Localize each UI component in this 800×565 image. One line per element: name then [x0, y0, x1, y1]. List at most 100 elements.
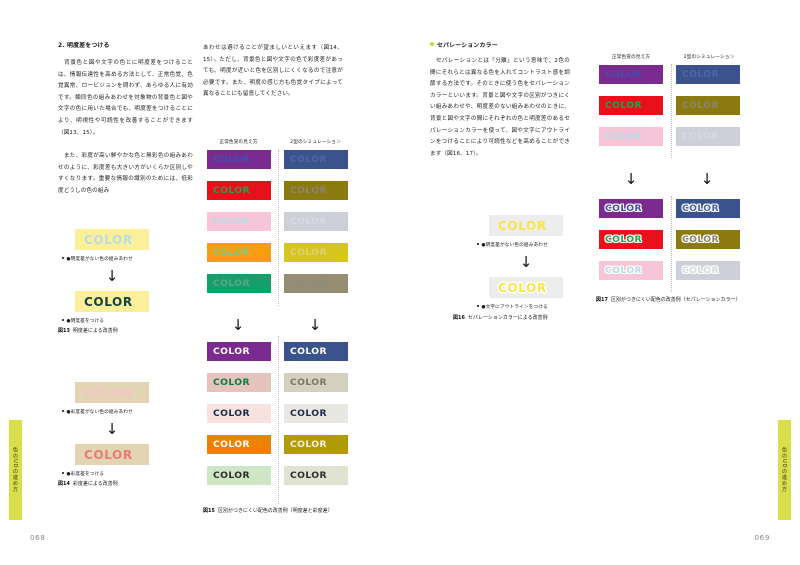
page-number-right: 069 [754, 533, 770, 542]
fig17-before-normal-swatch: COLOR [599, 127, 663, 146]
fig15-before-normal-text: COLOR [213, 247, 250, 258]
fig17-before-sim-text: COLOR [682, 69, 719, 80]
fig13-caption-text: 明度差による改善例 [73, 328, 118, 334]
right-paragraph-1: セパレーションとは「分離」という意味で、2色の間にそれらとは異なる色を入れてコン… [430, 58, 570, 157]
fig15-after-sim-text: COLOR [290, 408, 327, 419]
fig15-after-normal-swatch: COLOR [207, 342, 271, 361]
fig15-after-normal-swatch: COLOR [207, 435, 271, 454]
fig15-before-sim-text: COLOR [290, 247, 327, 258]
fig15-before-normal-swatch: COLOR [207, 243, 271, 262]
fig17-before-sim-swatch: COLOR [676, 96, 740, 115]
fig15-after-sim-text: COLOR [290, 470, 327, 481]
fig15-after-normal-text: COLOR [213, 470, 250, 481]
fig16-down-arrow-icon: ↓ [519, 253, 533, 271]
fig15-after-sim-text: COLOR [290, 346, 327, 357]
fig17-divider-bottom [671, 196, 672, 292]
edge-tab-right: 色のUDの進め方 [778, 420, 791, 520]
fig15-caption-text: 区別がつきにくい配色の改善例（明度差と彩度差） [218, 508, 333, 514]
edge-tab-right-label: 色のUDの進め方 [781, 447, 787, 493]
fig15-before-normal-swatch: COLOR [207, 212, 271, 231]
fig16-before-text: COLOR [498, 218, 547, 233]
book-spread: 色のUDの進め方 色のUDの進め方 068 069 2. 明度差をつける 背景色… [0, 0, 800, 565]
fig13-after-swatch: COLOR [75, 291, 149, 312]
fig16-before-swatch: COLOR [489, 215, 563, 236]
section-bullet-icon [430, 42, 434, 46]
fig14-before-swatch: COLOR [75, 382, 149, 403]
fig16-caption: 図16 セパレーションカラーによる改善例 [453, 315, 603, 322]
fig14-caption: 図14 彩度差による改善例 [58, 481, 198, 488]
left-paragraph-1: 背景色と図や文字の色とに明度差をつけることは、情報伝達性を高める方法として、正常… [58, 60, 193, 136]
fig17-after-sim-swatch: COLOR [676, 230, 740, 249]
fig15-before-normal-swatch: COLOR [207, 181, 271, 200]
fig14-down-arrow-icon: ↓ [105, 420, 119, 438]
fig17-before-normal-text: COLOR [605, 69, 642, 80]
left-section-heading: 2. 明度差をつける [58, 43, 110, 49]
fig17-divider-top [671, 64, 672, 158]
fig15-after-normal-text: COLOR [213, 439, 250, 450]
fig17-before-sim-text: COLOR [682, 131, 719, 142]
fig15-before-normal-text: COLOR [213, 278, 250, 289]
fig15-after-normal-text: COLOR [213, 377, 250, 388]
fig17-down-arrow-sim-icon: ↓ [700, 170, 714, 188]
fig15-after-normal-text: COLOR [213, 346, 250, 357]
fig16-caption-text: セパレーションカラーによる改善例 [468, 315, 548, 321]
fig17-after-normal-text: COLOR [605, 203, 642, 214]
fig17-after-sim-swatch: COLOR [676, 261, 740, 280]
fig15-before-normal-swatch: COLOR [207, 274, 271, 293]
fig16-after-swatch: COLOR [489, 277, 563, 298]
fig17-after-normal-swatch: COLOR [599, 261, 663, 280]
fig17-before-normal-swatch: COLOR [599, 65, 663, 84]
fig15-after-sim-swatch: COLOR [284, 435, 348, 454]
fig15-down-arrow-sim-icon: ↓ [308, 316, 322, 334]
fig16-after-label: ●文字にアウトラインをつける [477, 304, 548, 310]
fig13-before-label: ●明度差がない色の組みあわせ [62, 256, 133, 262]
fig17-after-sim-text: COLOR [682, 234, 719, 245]
fig15-after-normal-swatch: COLOR [207, 466, 271, 485]
fig17-caption-number: 図17 [596, 297, 608, 303]
fig15-before-sim-swatch: COLOR [284, 274, 348, 293]
fig13-caption-number: 図13 [58, 328, 70, 334]
page-number-left: 068 [30, 533, 46, 542]
fig17-before-normal-text: COLOR [605, 131, 642, 142]
fig15-after-sim-swatch: COLOR [284, 466, 348, 485]
fig17-caption: 図17 区別がつきにくい配色の改善例（セパレーションカラー） [596, 297, 744, 304]
fig15-before-sim-text: COLOR [290, 154, 327, 165]
fig17-before-sim-text: COLOR [682, 100, 719, 111]
fig17-column-header-normal: 正常色覚の見え方 [611, 55, 651, 60]
fig14-after-label: ●彩度差をつける [62, 471, 104, 477]
fig15-after-normal-text: COLOR [213, 408, 250, 419]
fig17-before-normal-swatch: COLOR [599, 96, 663, 115]
fig14-before-text: COLOR [84, 385, 133, 400]
fig17-after-sim-text: COLOR [682, 265, 719, 276]
fig15-after-normal-swatch: COLOR [207, 404, 271, 423]
fig13-after-text: COLOR [84, 294, 133, 309]
left-paragraph-2: また、彩度が高い鮮やかな色と無彩色の組みあわせのように、彩度差も大きい方がいくら… [58, 153, 193, 194]
fig17-after-normal-text: COLOR [605, 265, 642, 276]
fig13-down-arrow-icon: ↓ [105, 267, 119, 285]
fig17-after-normal-text: COLOR [605, 234, 642, 245]
fig16-before-label: ●明度差がない色の組みあわせ [477, 242, 548, 248]
fig15-after-sim-text: COLOR [290, 439, 327, 450]
fig14-after-text: COLOR [84, 447, 133, 462]
fig15-divider-bottom [278, 336, 279, 504]
fig14-before-label: ●彩度差がない色の組みあわせ [62, 409, 133, 415]
fig15-caption: 図15 区別がつきにくい配色の改善例（明度差と彩度差） [203, 508, 345, 515]
fig14-after-swatch: COLOR [75, 444, 149, 465]
fig13-caption: 図13 明度差による改善例 [58, 328, 198, 335]
fig17-column-header-sim: 2型のシミュレーション [683, 55, 735, 60]
fig17-after-sim-swatch: COLOR [676, 199, 740, 218]
fig15-before-sim-text: COLOR [290, 216, 327, 227]
fig13-before-text: COLOR [84, 232, 133, 247]
fig16-caption-number: 図16 [453, 315, 465, 321]
fig13-before-swatch: COLOR [75, 229, 149, 250]
fig15-down-arrow-normal-icon: ↓ [231, 316, 245, 334]
left-paragraph-3: あわせは避けることが望ましいといえます（図14、15）。ただし、背景色と図や文字… [203, 45, 343, 98]
fig15-before-sim-swatch: COLOR [284, 150, 348, 169]
fig15-before-normal-swatch: COLOR [207, 150, 271, 169]
fig14-caption-number: 図14 [58, 481, 70, 487]
fig15-before-sim-text: COLOR [290, 278, 327, 289]
fig14-caption-text: 彩度差による改善例 [73, 481, 118, 487]
fig15-after-sim-text: COLOR [290, 377, 327, 388]
fig15-before-sim-swatch: COLOR [284, 243, 348, 262]
fig15-after-sim-swatch: COLOR [284, 373, 348, 392]
